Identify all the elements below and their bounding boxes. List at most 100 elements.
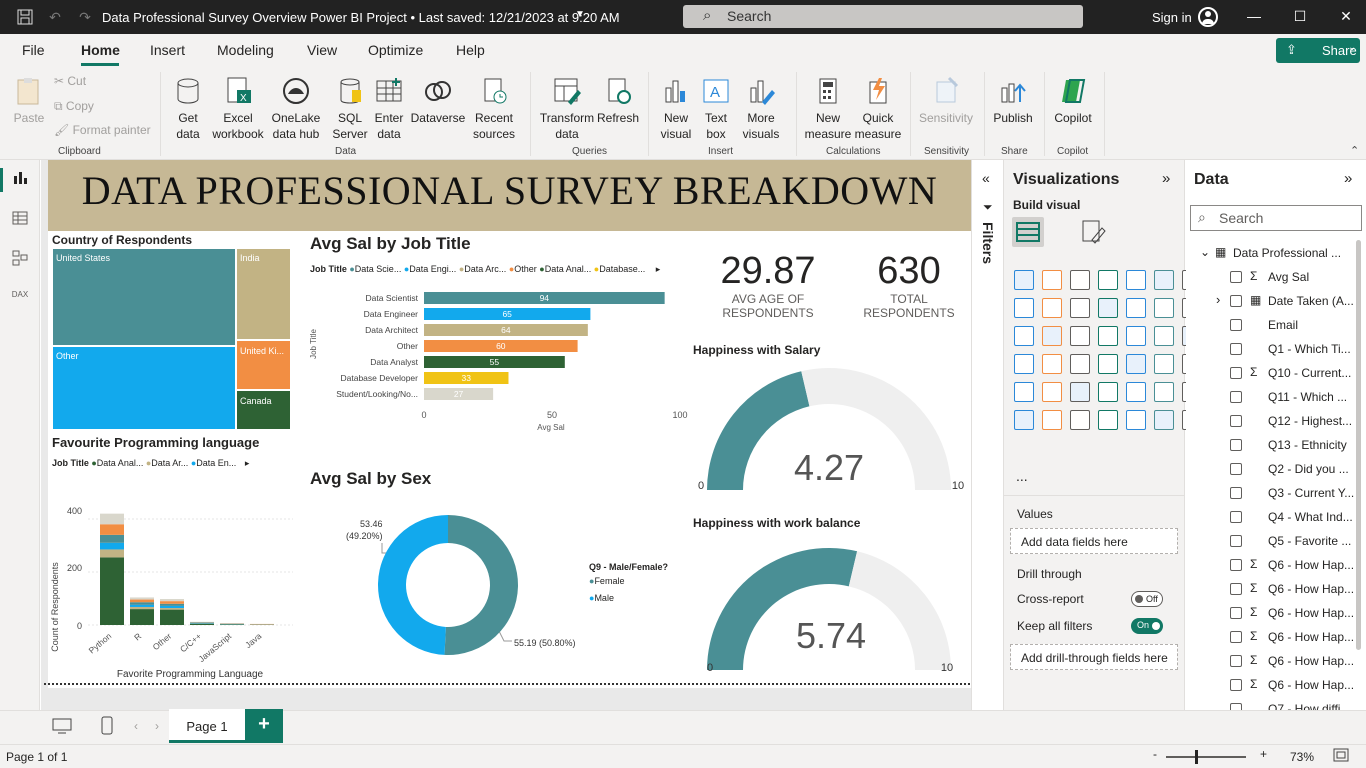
report-view-icon[interactable] [10,170,30,190]
visual-type-icon[interactable] [1098,270,1118,290]
field-checkbox[interactable] [1230,631,1242,643]
bar-segment[interactable] [160,609,184,625]
values-well[interactable]: Add data fields here [1010,528,1178,554]
keep-filters-toggle[interactable]: On [1131,618,1163,634]
cross-report-toggle[interactable]: Off [1131,591,1163,607]
treemap-cell-india[interactable]: India [236,248,291,340]
kpi-total[interactable]: 630 TOTAL RESPONDENTS [846,250,972,320]
data-field[interactable]: Q13 - Ethnicity [1186,436,1356,456]
treemap-cell-united-kingdom[interactable]: United Ki... [236,340,291,390]
add-page-button[interactable]: + [245,709,283,743]
bar-segment[interactable] [190,622,214,624]
expand-chevron-icon[interactable]: › [1216,292,1220,307]
expand-data-icon[interactable]: » [1344,170,1352,187]
visual-type-icon[interactable] [1014,326,1034,346]
zoom-slider[interactable] [1166,756,1246,758]
visual-type-icon[interactable] [1126,326,1146,346]
bar-segment[interactable] [100,513,124,525]
menu-insert[interactable]: Insert [150,42,185,58]
zoom-out-button[interactable]: - [1153,747,1157,761]
treemap-cell-canada[interactable]: Canada [236,390,291,430]
data-field[interactable]: Σ Q6 - How Hap... [1186,580,1356,600]
mobile-layout-icon[interactable] [101,716,113,739]
gauge-salary[interactable]: 4.27 0 10 [693,360,971,495]
data-field[interactable]: Q5 - Favorite ... [1186,532,1356,552]
menu-home[interactable]: Home [81,42,120,58]
drill-through-well[interactable]: Add drill-through fields here [1010,644,1178,670]
bar-segment[interactable] [130,599,154,603]
minimize-icon[interactable]: — [1244,8,1264,26]
bar-segment[interactable] [190,623,214,625]
close-icon[interactable]: ✕ [1336,8,1356,26]
visual-type-icon[interactable] [1126,382,1146,402]
transform-data-button[interactable]: Transform data [538,76,596,142]
visual-type-icon[interactable] [1154,354,1174,374]
visual-type-icon[interactable] [1126,354,1146,374]
visual-type-icon[interactable] [1070,270,1090,290]
bar-segment[interactable] [220,624,244,625]
paste-button[interactable]: Paste [12,76,46,126]
menu-modeling[interactable]: Modeling [217,42,274,58]
field-checkbox[interactable] [1230,559,1242,571]
data-field[interactable]: Q1 - Which Ti... [1186,340,1356,360]
visual-type-icon[interactable] [1154,410,1174,430]
dataverse-button[interactable]: Dataverse [410,76,466,126]
zoom-thumb[interactable] [1195,750,1198,764]
data-search-input[interactable]: ⌕ Search [1190,205,1362,231]
new-visual-button[interactable]: New visual [656,76,696,142]
menu-view[interactable]: View [307,42,337,58]
visual-type-icon[interactable] [1126,270,1146,290]
visual-type-icon[interactable] [1014,382,1034,402]
field-checkbox[interactable] [1230,391,1242,403]
visual-type-icon[interactable] [1014,410,1034,430]
gauge-work[interactable]: 5.74 0 10 [693,532,971,675]
data-field[interactable]: Σ Q6 - How Hap... [1186,604,1356,624]
treemap-cell-united-states[interactable]: United States [52,248,236,346]
visual-type-icon[interactable] [1042,382,1062,402]
data-field[interactable]: Σ Q6 - How Hap... [1186,556,1356,576]
text-box-button[interactable]: A Text box [698,76,734,142]
visual-type-icon[interactable] [1126,410,1146,430]
field-checkbox[interactable] [1230,415,1242,427]
next-page-icon[interactable]: › [155,719,159,733]
quick-measure-button[interactable]: Quick measure [854,76,902,142]
bar-segment[interactable] [130,602,154,605]
bar-segment[interactable] [130,604,154,607]
get-data-button[interactable]: Get data [168,76,208,142]
copilot-button[interactable]: Copilot [1050,76,1096,126]
sign-in-link[interactable]: Sign in [1152,10,1192,25]
maximize-icon[interactable]: ☐ [1290,8,1310,26]
field-checkbox[interactable] [1230,511,1242,523]
account-icon[interactable] [1198,7,1218,27]
share-button[interactable]: ⇪ Share ⌄ [1276,38,1360,63]
sql-server-button[interactable]: SQL Server [330,76,370,142]
data-field[interactable]: Σ Q10 - Current... [1186,364,1356,384]
filters-pane[interactable]: « ⏷ Filters [971,160,1004,710]
cut-button[interactable]: ✂ Cut [54,74,86,88]
bar-segment[interactable] [100,534,124,543]
legend-next-icon[interactable]: ▸ [656,264,661,274]
data-field[interactable]: Σ Q6 - How Hap... [1186,652,1356,672]
field-checkbox[interactable] [1230,439,1242,451]
visual-type-icon[interactable] [1154,382,1174,402]
save-icon[interactable] [16,8,34,26]
undo-icon[interactable]: ↶ [46,8,64,26]
visual-type-icon[interactable] [1070,410,1090,430]
bar-segment[interactable] [100,524,124,535]
bar-segment[interactable] [100,557,124,625]
visual-type-icon[interactable] [1098,298,1118,318]
format-painter-button[interactable]: 🖌 Format painter [54,123,151,137]
publish-button[interactable]: Publish [990,76,1036,126]
new-measure-button[interactable]: New measure [804,76,852,142]
data-field[interactable]: Q3 - Current Y... [1186,484,1356,504]
visual-type-icon[interactable] [1154,298,1174,318]
enter-data-button[interactable]: Enter data [372,76,406,142]
desktop-layout-icon[interactable] [52,717,72,738]
build-visual-tab[interactable] [1012,217,1044,247]
menu-optimize[interactable]: Optimize [368,42,423,58]
data-field[interactable]: Email [1186,316,1356,336]
prev-page-icon[interactable]: ‹ [134,719,138,733]
menu-help[interactable]: Help [456,42,485,58]
copy-button[interactable]: ⧉ Copy [54,99,94,114]
redo-icon[interactable]: ↷ [76,8,94,26]
